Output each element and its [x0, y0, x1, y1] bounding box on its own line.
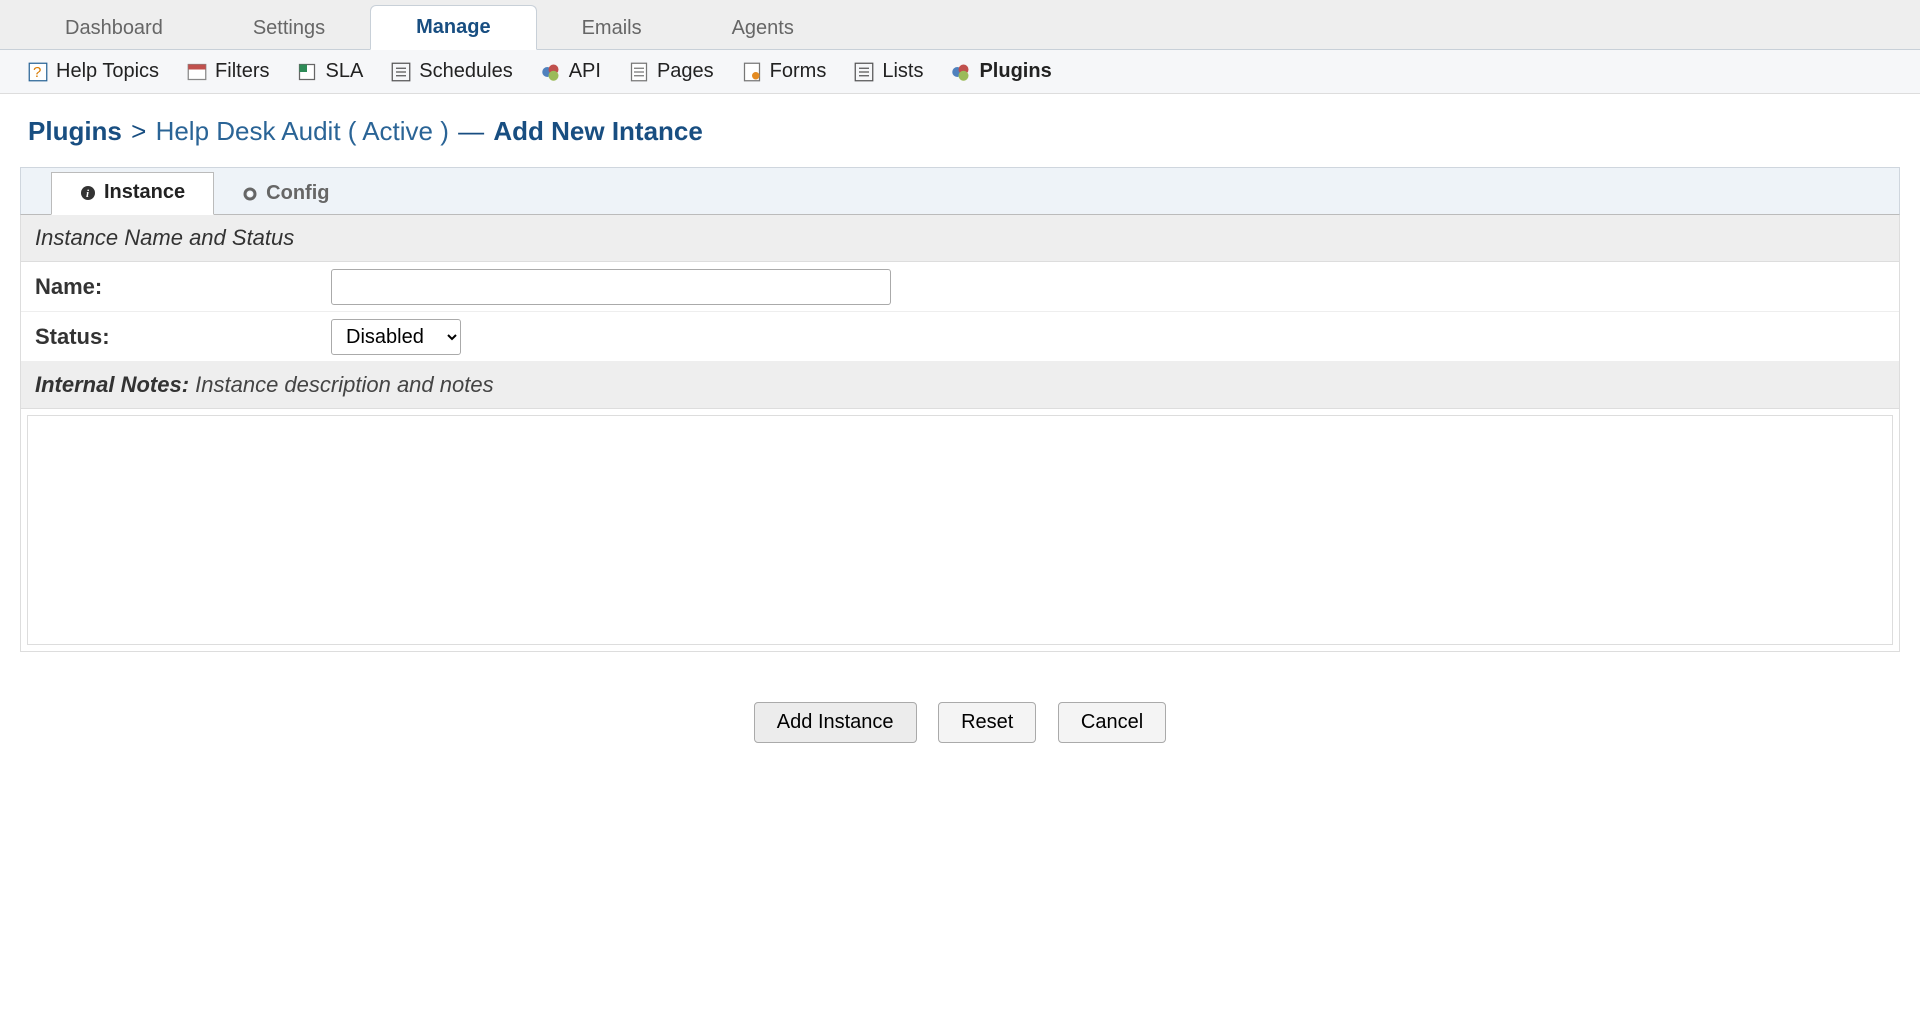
pages-icon: [629, 62, 649, 82]
notes-label: Internal Notes:: [35, 372, 189, 397]
subnav-schedules[interactable]: Schedules: [391, 60, 512, 83]
cancel-button[interactable]: Cancel: [1058, 702, 1166, 743]
subnav-label: SLA: [325, 60, 363, 83]
breadcrumb-root[interactable]: Plugins: [28, 116, 122, 146]
tab-settings[interactable]: Settings: [208, 7, 370, 50]
filters-icon: [187, 62, 207, 82]
info-icon: i: [80, 185, 96, 201]
subnav-lists[interactable]: Lists: [854, 60, 923, 83]
sla-icon: [297, 62, 317, 82]
api-icon: [541, 62, 561, 82]
help-topics-icon: ?: [28, 62, 48, 82]
subnav-label: Lists: [882, 60, 923, 83]
tab-instance-label: Instance: [104, 181, 185, 204]
button-row: Add Instance Reset Cancel: [0, 652, 1920, 773]
tab-config[interactable]: Config: [214, 174, 357, 215]
subnav-label: Help Topics: [56, 60, 159, 83]
tab-agents[interactable]: Agents: [687, 7, 839, 50]
breadcrumb-sep: >: [129, 116, 148, 146]
subnav-help-topics[interactable]: ? Help Topics: [28, 60, 159, 83]
status-select[interactable]: Disabled: [331, 319, 461, 355]
notes-hint: Instance description and notes: [195, 372, 493, 397]
schedules-icon: [391, 62, 411, 82]
row-notes-header: Internal Notes: Instance description and…: [21, 362, 1899, 409]
form-tabs: i Instance Config: [20, 167, 1900, 215]
subnav-label: Filters: [215, 60, 269, 83]
subnav-label: API: [569, 60, 601, 83]
notes-area-wrap: [27, 415, 1893, 645]
subnav-label: Plugins: [979, 60, 1051, 83]
tab-manage[interactable]: Manage: [370, 5, 536, 50]
subnav-label: Schedules: [419, 60, 512, 83]
form-table: Instance Name and Status Name: Status: D…: [20, 215, 1900, 652]
breadcrumb-leaf: Add New Intance: [493, 116, 702, 146]
subnav-label: Forms: [770, 60, 827, 83]
tab-emails[interactable]: Emails: [537, 7, 687, 50]
breadcrumb-dash: —: [456, 116, 486, 146]
tab-instance[interactable]: i Instance: [51, 172, 214, 215]
status-label: Status:: [31, 324, 331, 350]
lists-icon: [854, 62, 874, 82]
breadcrumb-plugin[interactable]: Help Desk Audit ( Active ): [156, 116, 449, 146]
add-instance-button[interactable]: Add Instance: [754, 702, 917, 743]
name-input[interactable]: [331, 269, 891, 305]
name-label: Name:: [31, 274, 331, 300]
subnav-plugins[interactable]: Plugins: [951, 60, 1051, 83]
reset-button[interactable]: Reset: [938, 702, 1036, 743]
subnav-filters[interactable]: Filters: [187, 60, 269, 83]
subnav-sla[interactable]: SLA: [297, 60, 363, 83]
notes-textarea[interactable]: [28, 416, 1892, 644]
row-status: Status: Disabled: [21, 312, 1899, 362]
top-nav: Dashboard Settings Manage Emails Agents: [0, 0, 1920, 50]
row-name: Name:: [21, 262, 1899, 312]
subnav-pages[interactable]: Pages: [629, 60, 714, 83]
svg-text:?: ?: [33, 64, 41, 81]
gear-icon: [242, 186, 258, 202]
subnav-api[interactable]: API: [541, 60, 601, 83]
section-instance-name-status: Instance Name and Status: [21, 215, 1899, 262]
tab-dashboard[interactable]: Dashboard: [20, 7, 208, 50]
sub-nav: ? Help Topics Filters SLA Schedules: [0, 50, 1920, 94]
subnav-forms[interactable]: Forms: [742, 60, 827, 83]
breadcrumb: Plugins > Help Desk Audit ( Active ) — A…: [0, 94, 1920, 157]
plugins-icon: [951, 62, 971, 82]
tab-config-label: Config: [266, 182, 329, 205]
forms-icon: [742, 62, 762, 82]
subnav-label: Pages: [657, 60, 714, 83]
